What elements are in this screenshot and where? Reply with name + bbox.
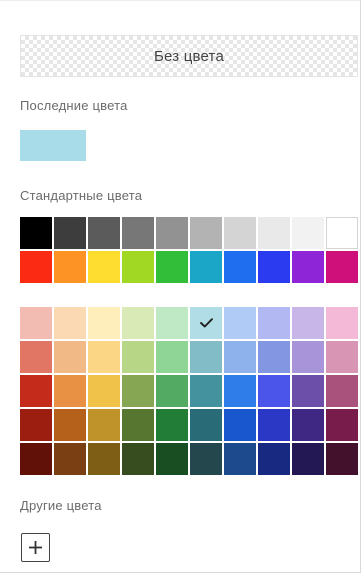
standard-colors-grid	[20, 217, 358, 283]
palette-color-swatch[interactable]	[190, 443, 222, 475]
standard-color-swatch[interactable]	[258, 217, 290, 249]
palette-color-swatch[interactable]	[156, 409, 188, 441]
palette-color-swatch[interactable]	[156, 307, 188, 339]
no-color-button[interactable]: Без цвета	[20, 35, 358, 77]
palette-color-swatch[interactable]	[20, 375, 52, 407]
palette-color-swatch[interactable]	[224, 375, 256, 407]
standard-color-swatch[interactable]	[20, 251, 52, 283]
palette-color-swatch[interactable]	[224, 341, 256, 373]
palette-color-swatch[interactable]	[326, 341, 358, 373]
standard-color-swatch[interactable]	[224, 217, 256, 249]
palette-color-swatch[interactable]	[88, 375, 120, 407]
palette-color-swatch[interactable]	[190, 341, 222, 373]
recent-colors-label: Последние цвета	[20, 98, 128, 113]
standard-color-swatch[interactable]	[326, 217, 358, 249]
palette-color-swatch[interactable]	[54, 307, 86, 339]
palette-color-swatch[interactable]	[258, 307, 290, 339]
standard-color-swatch[interactable]	[122, 217, 154, 249]
standard-color-swatch[interactable]	[326, 251, 358, 283]
palette-color-swatch[interactable]	[224, 307, 256, 339]
palette-color-swatch[interactable]	[54, 341, 86, 373]
standard-color-swatch[interactable]	[190, 251, 222, 283]
palette-color-swatch[interactable]	[54, 409, 86, 441]
standard-color-swatch[interactable]	[54, 251, 86, 283]
palette-color-swatch[interactable]	[122, 443, 154, 475]
palette-color-swatch[interactable]	[292, 375, 324, 407]
palette-color-swatch[interactable]	[224, 443, 256, 475]
palette-color-swatch[interactable]	[190, 307, 222, 339]
palette-color-swatch[interactable]	[326, 307, 358, 339]
palette-color-swatch[interactable]	[20, 341, 52, 373]
palette-color-swatch[interactable]	[122, 307, 154, 339]
check-icon	[190, 307, 222, 339]
standard-color-swatch[interactable]	[88, 217, 120, 249]
standard-color-swatch[interactable]	[292, 251, 324, 283]
recent-color-swatch[interactable]	[20, 130, 86, 161]
palette-color-swatch[interactable]	[190, 375, 222, 407]
standard-color-swatch[interactable]	[258, 251, 290, 283]
palette-color-swatch[interactable]	[156, 341, 188, 373]
plus-icon	[29, 541, 42, 554]
palette-color-swatch[interactable]	[88, 341, 120, 373]
palette-color-swatch[interactable]	[122, 375, 154, 407]
palette-color-swatch[interactable]	[88, 409, 120, 441]
standard-color-swatch[interactable]	[190, 217, 222, 249]
palette-colors-grid	[20, 307, 358, 475]
palette-color-swatch[interactable]	[88, 307, 120, 339]
palette-color-swatch[interactable]	[292, 307, 324, 339]
palette-color-swatch[interactable]	[20, 307, 52, 339]
palette-color-swatch[interactable]	[54, 443, 86, 475]
standard-colors-label: Стандартные цвета	[20, 188, 143, 203]
standard-color-swatch[interactable]	[20, 217, 52, 249]
palette-color-swatch[interactable]	[156, 375, 188, 407]
standard-color-swatch[interactable]	[156, 251, 188, 283]
palette-color-swatch[interactable]	[190, 409, 222, 441]
palette-color-swatch[interactable]	[54, 375, 86, 407]
palette-color-swatch[interactable]	[88, 443, 120, 475]
palette-color-swatch[interactable]	[326, 409, 358, 441]
standard-color-swatch[interactable]	[54, 217, 86, 249]
palette-color-swatch[interactable]	[292, 409, 324, 441]
standard-color-swatch[interactable]	[156, 217, 188, 249]
palette-color-swatch[interactable]	[258, 409, 290, 441]
palette-color-swatch[interactable]	[224, 409, 256, 441]
palette-color-swatch[interactable]	[258, 375, 290, 407]
palette-color-swatch[interactable]	[258, 443, 290, 475]
palette-color-swatch[interactable]	[292, 341, 324, 373]
palette-color-swatch[interactable]	[258, 341, 290, 373]
palette-color-swatch[interactable]	[20, 443, 52, 475]
other-colors-label: Другие цвета	[20, 498, 102, 513]
color-picker-panel: Без цвета Последние цвета Стандартные цв…	[0, 0, 361, 573]
palette-color-swatch[interactable]	[122, 341, 154, 373]
standard-color-swatch[interactable]	[122, 251, 154, 283]
palette-color-swatch[interactable]	[326, 375, 358, 407]
add-custom-color-button[interactable]	[21, 533, 50, 562]
standard-color-swatch[interactable]	[224, 251, 256, 283]
palette-color-swatch[interactable]	[156, 443, 188, 475]
standard-color-swatch[interactable]	[292, 217, 324, 249]
palette-color-swatch[interactable]	[122, 409, 154, 441]
palette-color-swatch[interactable]	[326, 443, 358, 475]
palette-color-swatch[interactable]	[292, 443, 324, 475]
no-color-label: Без цвета	[154, 47, 224, 65]
standard-color-swatch[interactable]	[88, 251, 120, 283]
palette-color-swatch[interactable]	[20, 409, 52, 441]
